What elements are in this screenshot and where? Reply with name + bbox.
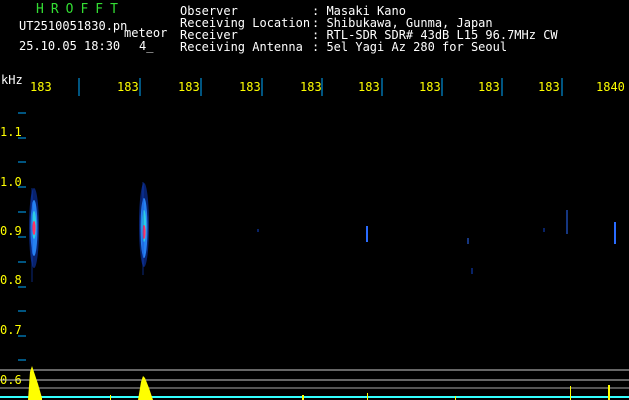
y-tick-marks xyxy=(18,112,26,361)
level-reference-lines xyxy=(0,369,629,389)
level-bars xyxy=(28,366,610,400)
meteor-echo xyxy=(29,188,39,282)
faint-echoes xyxy=(257,210,616,274)
meteor-echo xyxy=(139,182,149,275)
spectrogram-plot xyxy=(0,78,629,400)
x-tick-marks xyxy=(78,78,563,96)
spectrogram-window: { "header": { "logo": "HROFFT", "filenam… xyxy=(0,0,629,400)
